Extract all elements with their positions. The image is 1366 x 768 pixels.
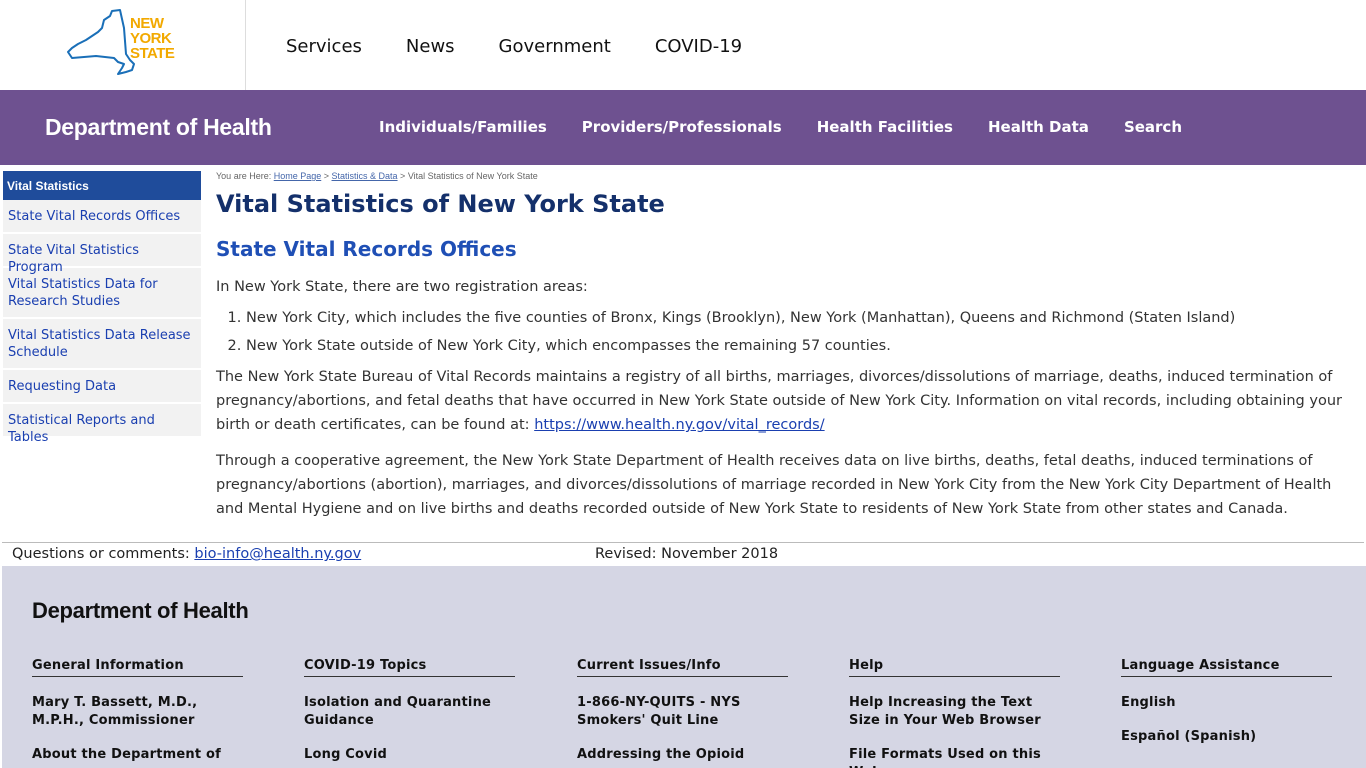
- questions-label: Questions or comments:: [12, 546, 195, 562]
- intro-text: In New York State, there are two registr…: [216, 279, 588, 295]
- dept-nav-facilities[interactable]: Health Facilities: [817, 118, 953, 136]
- bureau-paragraph: The New York State Bureau of Vital Recor…: [216, 365, 1346, 437]
- footer-column-heading: General Information: [32, 658, 243, 677]
- questions-comments: Questions or comments: bio-info@health.n…: [12, 546, 361, 562]
- footer-link[interactable]: 1-866-NY-QUITS - NYS Smokers' Quit Line: [577, 694, 788, 730]
- department-nav: Individuals/Families Providers/Professio…: [379, 118, 1217, 136]
- footer-column-general: General Information Mary T. Bassett, M.D…: [32, 658, 243, 764]
- dept-nav-search[interactable]: Search: [1124, 118, 1182, 136]
- agreement-paragraph: Through a cooperative agreement, the New…: [216, 453, 1332, 517]
- revised-date: Revised: November 2018: [595, 546, 779, 562]
- footer-link-spanish[interactable]: Español (Spanish): [1121, 728, 1332, 746]
- contact-email-link[interactable]: bio-info@health.ny.gov: [194, 546, 361, 562]
- questions-bar: Questions or comments: bio-info@health.n…: [2, 542, 1364, 566]
- breadcrumb: You are Here: Home Page > Statistics & D…: [216, 171, 1346, 183]
- top-nav: Services News Government COVID-19: [286, 36, 786, 57]
- footer-column-help: Help Help Increasing the Text Size in Yo…: [849, 658, 1060, 768]
- nys-map-icon: [67, 9, 135, 75]
- dept-nav-health-data[interactable]: Health Data: [988, 118, 1089, 136]
- top-nav-news[interactable]: News: [406, 36, 455, 57]
- top-nav-government[interactable]: Government: [499, 36, 611, 57]
- vital-records-link[interactable]: https://www.health.ny.gov/vital_records/: [534, 417, 824, 433]
- top-nav-covid19[interactable]: COVID-19: [655, 36, 742, 57]
- footer-link[interactable]: File Formats Used on this Web: [849, 746, 1060, 768]
- breadcrumb-separator: >: [321, 171, 332, 181]
- footer: Department of Health General Information…: [2, 566, 1366, 768]
- page-title: Vital Statistics of New York State: [216, 190, 665, 218]
- main-content: You are Here: Home Page > Statistics & D…: [216, 171, 1346, 521]
- nys-logo-text: NEW YORK STATE: [130, 15, 175, 62]
- footer-link[interactable]: Long Covid: [304, 746, 515, 764]
- footer-column-language: Language Assistance English Español (Spa…: [1121, 658, 1332, 746]
- sidebar-item-reports-tables[interactable]: Statistical Reports and Tables: [3, 404, 201, 445]
- sidebar-heading[interactable]: Vital Statistics: [3, 171, 201, 200]
- footer-column-heading: Help: [849, 658, 1060, 677]
- department-title[interactable]: Department of Health: [45, 114, 272, 141]
- dept-nav-providers[interactable]: Providers/Professionals: [582, 118, 782, 136]
- sidebar-item-requesting-data[interactable]: Requesting Data: [3, 370, 201, 404]
- footer-link[interactable]: About the Department of: [32, 746, 243, 764]
- footer-column-heading: Current Issues/Info: [577, 658, 788, 677]
- site-header: NEW YORK STATE Services News Government …: [0, 0, 1366, 90]
- sidebar-item-vital-records-offices[interactable]: State Vital Records Offices: [3, 200, 201, 234]
- footer-title: Department of Health: [32, 598, 249, 623]
- sidebar-item-research-studies[interactable]: Vital Statistics Data for Research Studi…: [3, 268, 201, 319]
- footer-column-heading: COVID-19 Topics: [304, 658, 515, 677]
- breadcrumb-separator: >: [397, 171, 408, 181]
- nys-logo[interactable]: NEW YORK STATE: [0, 0, 246, 90]
- breadcrumb-current: Vital Statistics of New York State: [407, 171, 538, 181]
- list-item: New York State outside of New York City,…: [246, 337, 1346, 355]
- breadcrumb-home[interactable]: Home Page: [274, 171, 322, 181]
- dept-nav-individuals[interactable]: Individuals/Families: [379, 118, 547, 136]
- list-item: New York City, which includes the five c…: [246, 309, 1346, 327]
- sidebar-item-release-schedule[interactable]: Vital Statistics Data Release Schedule: [3, 319, 201, 370]
- footer-column-current-issues: Current Issues/Info 1-866-NY-QUITS - NYS…: [577, 658, 788, 764]
- breadcrumb-prefix: You are Here:: [216, 171, 274, 181]
- footer-link[interactable]: Mary T. Bassett, M.D., M.P.H., Commissio…: [32, 694, 243, 730]
- registration-areas-list: New York City, which includes the five c…: [246, 309, 1346, 355]
- footer-column-covid: COVID-19 Topics Isolation and Quarantine…: [304, 658, 515, 764]
- sidebar: Vital Statistics State Vital Records Off…: [3, 171, 201, 445]
- footer-column-heading: Language Assistance: [1121, 658, 1332, 677]
- breadcrumb-statistics[interactable]: Statistics & Data: [332, 171, 398, 181]
- footer-link[interactable]: Isolation and Quarantine Guidance: [304, 694, 515, 730]
- department-bar: Department of Health Individuals/Familie…: [0, 90, 1366, 165]
- footer-link[interactable]: Addressing the Opioid: [577, 746, 788, 764]
- footer-link-english[interactable]: English: [1121, 694, 1332, 712]
- footer-link[interactable]: Help Increasing the Text Size in Your We…: [849, 694, 1060, 730]
- sidebar-item-vital-statistics-program[interactable]: State Vital Statistics Program: [3, 234, 201, 275]
- section-title: State Vital Records Offices: [216, 237, 517, 261]
- top-nav-services[interactable]: Services: [286, 36, 362, 57]
